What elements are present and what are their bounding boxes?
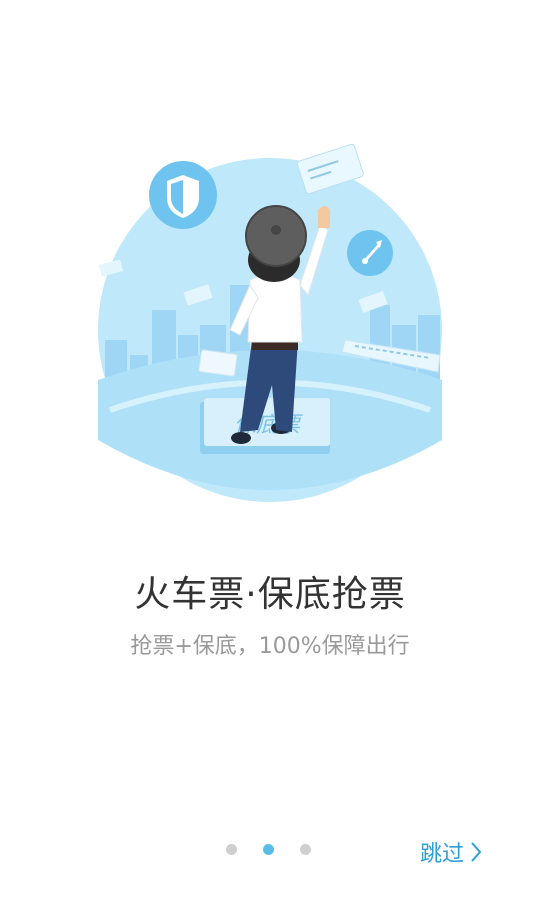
skip-label: 跳过 — [419, 842, 464, 867]
page-dot-1[interactable] — [226, 844, 237, 855]
slide-subtitle: 抢票+保底，100%保障出行 — [130, 634, 410, 659]
page-indicator — [226, 844, 311, 855]
page-dot-2[interactable] — [263, 844, 274, 855]
rocket-icon — [347, 230, 393, 276]
hero-illustration: 保底票 — [98, 143, 442, 502]
shield-icon — [149, 161, 217, 229]
skip-button[interactable]: 跳过 — [420, 836, 482, 868]
slide-title: 火车票·保底抢票 — [134, 574, 406, 615]
page-dot-3[interactable] — [300, 844, 311, 855]
chevron-right-icon — [471, 842, 482, 862]
